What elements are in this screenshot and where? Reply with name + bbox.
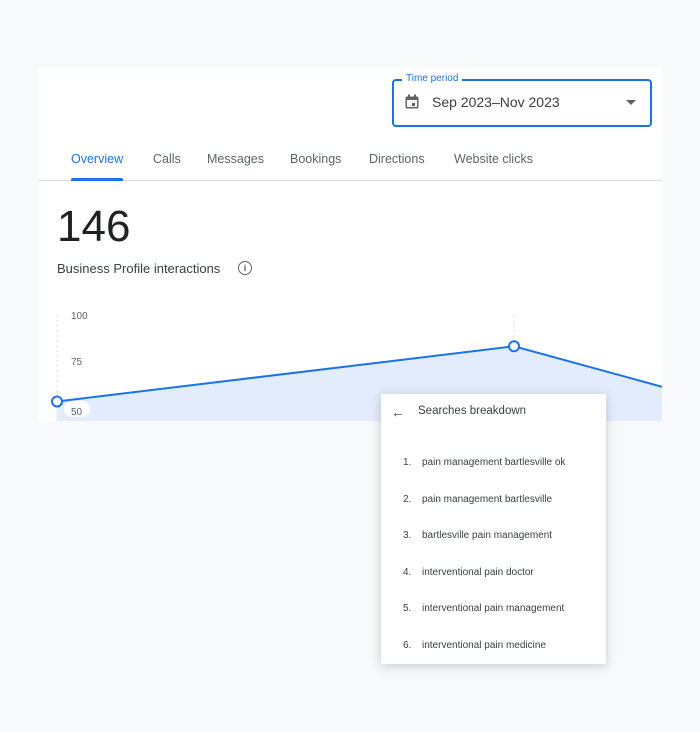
- time-period-select[interactable]: Time period Sep 2023–Nov 2023: [392, 73, 652, 127]
- search-term-item: 6. interventional pain medicine: [403, 640, 546, 651]
- arrow-left-icon[interactable]: ←: [391, 404, 405, 420]
- item-number: 3.: [403, 530, 412, 541]
- search-term-item: 2. pain management bartlesville: [403, 494, 552, 505]
- info-icon[interactable]: i: [238, 261, 252, 275]
- item-number: 6.: [403, 639, 412, 651]
- calendar-icon: [405, 94, 419, 109]
- tab-bookings[interactable]: Bookings: [290, 152, 341, 166]
- y-tick-label: 100: [71, 311, 88, 322]
- performance-card: 100 75 50 Time period Sep 2023–Nov 2023 Ov…: [38, 68, 662, 421]
- time-period-value: Sep 2023–Nov 2023: [432, 94, 560, 110]
- data-point[interactable]: [508, 340, 520, 353]
- tab-calls[interactable]: Calls: [153, 152, 181, 166]
- item-text: interventional pain doctor: [422, 566, 534, 578]
- interactions-count: 146: [57, 202, 131, 251]
- item-number: 2.: [403, 493, 412, 505]
- searches-breakdown-popup: ← Searches breakdown 1. pain management b…: [381, 394, 606, 664]
- search-term-item: 3. bartlesville pain management: [403, 530, 552, 541]
- item-text: pain management bartlesville ok: [422, 457, 566, 468]
- item-text: bartlesville pain management: [422, 530, 553, 541]
- item-text: pain management bartlesville: [422, 493, 553, 505]
- item-number: 5.: [403, 603, 412, 614]
- tab-messages[interactable]: Messages: [207, 152, 264, 166]
- tab-overview[interactable]: Overview: [71, 152, 124, 181]
- popup-title: Searches breakdown: [418, 405, 527, 417]
- interactions-label: Business Profile interactions: [57, 261, 221, 276]
- search-term-item: 1. pain management bartlesville ok: [403, 457, 565, 468]
- search-term-item: 4. interventional pain doctor: [403, 567, 534, 578]
- time-period-label: Time period: [402, 73, 463, 84]
- data-point[interactable]: [51, 395, 63, 408]
- chevron-down-icon: [626, 100, 636, 105]
- y-tick-label: 50: [71, 407, 83, 418]
- tab-bar: Overview Calls Messages Bookings Directi…: [38, 140, 662, 181]
- tab-directions[interactable]: Directions: [369, 152, 425, 166]
- search-term-item: 5. interventional pain management: [403, 603, 564, 614]
- item-text: interventional pain management: [422, 603, 565, 614]
- item-number: 1.: [403, 457, 412, 468]
- item-text: interventional pain medicine: [422, 639, 546, 651]
- item-number: 4.: [403, 566, 412, 578]
- tab-website-clicks[interactable]: Website clicks: [454, 152, 533, 166]
- y-tick-label: 75: [71, 357, 83, 368]
